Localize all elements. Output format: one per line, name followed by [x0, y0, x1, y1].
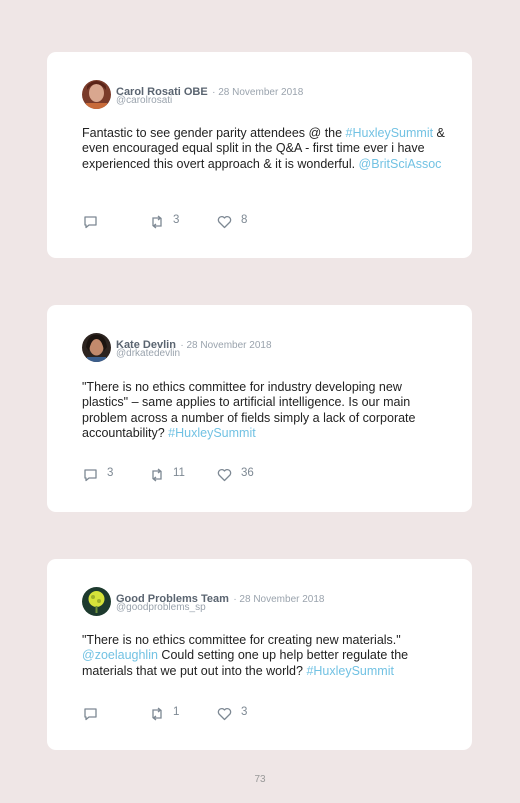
page-number: 73 [254, 774, 266, 785]
retweet-icon [152, 707, 162, 721]
like-count: 8 [241, 214, 248, 226]
tweet-text: Fantastic to see gender parity attendees… [82, 126, 445, 171]
hashtag-link[interactable]: #HuxleySummit [168, 426, 256, 440]
like-count: 3 [241, 706, 248, 718]
like-count: 36 [241, 467, 254, 479]
reply-icon [84, 469, 97, 482]
hashtag-link[interactable]: #HuxleySummit [306, 664, 394, 678]
author-handle[interactable]: @drkatedevlin [116, 348, 180, 359]
retweet-icon [152, 468, 162, 482]
reply-count: 3 [107, 467, 114, 479]
reply-icon [84, 216, 97, 229]
tweet-text: "There is no ethics committee for creati… [82, 633, 409, 678]
mention-link[interactable]: @BritSciAssoc [359, 157, 442, 171]
heart-icon [217, 215, 232, 229]
retweet-count: 1 [173, 706, 180, 718]
reply-icon [84, 708, 97, 721]
tweet-date[interactable]: · 28 November 2018 [180, 340, 271, 351]
tweet-date[interactable]: · 28 November 2018 [212, 87, 303, 98]
tweet-card: Carol Rosati OBE · 28 November 2018 @car… [47, 52, 472, 258]
tweet-text: "There is no ethics committee for indust… [82, 380, 416, 441]
avatar[interactable] [82, 80, 111, 109]
avatar[interactable] [82, 587, 111, 616]
author-handle[interactable]: @goodproblems_sp [116, 602, 206, 613]
tweet-date[interactable]: · 28 November 2018 [233, 594, 324, 605]
retweet-icon [152, 215, 162, 229]
tweet-card: Good Problems Team · 28 November 2018 @g… [47, 559, 472, 750]
author-handle[interactable]: @carolrosati [116, 95, 172, 106]
mention-link[interactable]: @zoelaughlin [82, 648, 158, 662]
heart-icon [217, 468, 232, 482]
avatar[interactable] [82, 333, 111, 362]
retweet-count: 3 [173, 214, 180, 226]
retweet-count: 11 [173, 467, 185, 479]
tweet-card: Kate Devlin · 28 November 2018 @drkatede… [47, 305, 472, 512]
heart-icon [217, 707, 232, 721]
hashtag-link[interactable]: #HuxleySummit [346, 126, 434, 140]
